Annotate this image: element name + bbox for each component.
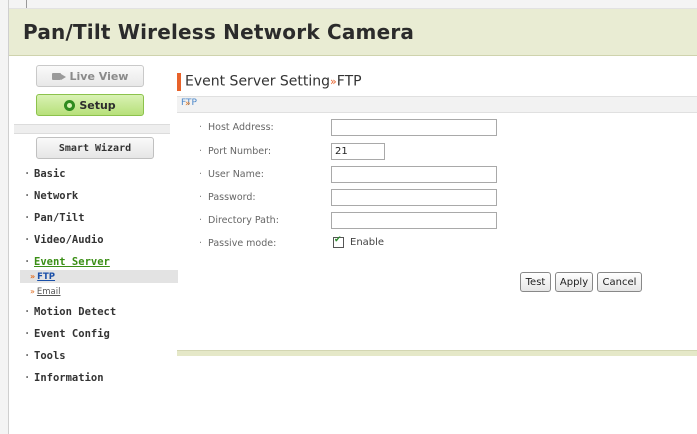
- port-number-label: Port Number:: [199, 146, 271, 157]
- test-button[interactable]: Test: [520, 272, 551, 292]
- section-bar-label: » FTP: [181, 98, 197, 109]
- title-accent-bar: [177, 72, 181, 91]
- passive-mode-label: Passive mode:: [199, 238, 276, 249]
- port-number-input[interactable]: [331, 143, 385, 160]
- sidebar-subitem-ftp[interactable]: » FTP: [20, 270, 178, 283]
- section-bar: » FTP: [177, 96, 697, 113]
- content-footer-bar: [177, 350, 697, 356]
- title-text: Event Server Setting: [185, 73, 331, 90]
- window-top-frame: [0, 0, 697, 9]
- sidebar-item-network[interactable]: · Network: [24, 185, 170, 207]
- directory-path-row: Directory Path:: [199, 212, 539, 229]
- passive-mode-checkbox[interactable]: [333, 235, 344, 248]
- passive-mode-row: Passive mode: Enable: [199, 235, 539, 252]
- sidebar: Live View Setup Smart Wizard · Basic · Net…: [14, 57, 178, 407]
- sidebar-menu: · Basic · Network · Pan/Tilt · Video/Audio ·…: [20, 163, 178, 389]
- host-address-input[interactable]: [331, 119, 497, 136]
- title-separator: »: [330, 75, 337, 88]
- title-subtitle: FTP: [336, 73, 362, 90]
- cancel-button[interactable]: Cancel: [597, 272, 642, 292]
- user-name-input[interactable]: [331, 166, 497, 183]
- sidebar-divider: [14, 124, 170, 134]
- setup-button[interactable]: Setup: [36, 94, 144, 116]
- sidebar-item-video-audio[interactable]: · Video/Audio: [24, 229, 170, 251]
- sidebar-item-event-server[interactable]: · Event Server: [24, 254, 170, 270]
- window-frame-divider: [26, 0, 27, 8]
- window-left-frame: [0, 0, 9, 434]
- host-address-row: Host Address:: [199, 119, 539, 136]
- setup-label: Setup: [79, 98, 116, 112]
- sidebar-item-tools[interactable]: · Tools: [24, 345, 170, 367]
- sidebar-item-information[interactable]: · Information: [24, 367, 170, 389]
- password-label: Password:: [199, 192, 256, 203]
- directory-path-input[interactable]: [331, 212, 497, 229]
- main-content: Event Server Setting»FTP » FTP Host Addr…: [177, 57, 697, 357]
- sidebar-item-pan-tilt[interactable]: · Pan/Tilt: [24, 207, 170, 229]
- live-view-button[interactable]: Live View: [36, 65, 144, 87]
- gear-icon: [64, 99, 76, 111]
- passive-mode-enable-label: Enable: [350, 237, 385, 248]
- page-header: Pan/Tilt Wireless Network Camera: [9, 9, 697, 56]
- smart-wizard-button[interactable]: Smart Wizard: [36, 137, 154, 159]
- host-address-label: Host Address:: [199, 122, 274, 133]
- sidebar-subitem-email[interactable]: » Email: [24, 285, 170, 298]
- camera-icon: [51, 71, 66, 81]
- page-title: Pan/Tilt Wireless Network Camera: [23, 20, 415, 44]
- port-number-row: Port Number:: [199, 143, 539, 160]
- sidebar-item-motion-detect[interactable]: · Motion Detect: [24, 301, 170, 323]
- user-name-row: User Name:: [199, 166, 539, 183]
- user-name-label: User Name:: [199, 169, 264, 180]
- live-view-label: Live View: [69, 69, 129, 83]
- section-title: Event Server Setting»FTP: [177, 71, 362, 91]
- apply-button[interactable]: Apply: [555, 272, 593, 292]
- directory-path-label: Directory Path:: [199, 215, 279, 226]
- sidebar-item-basic[interactable]: · Basic: [24, 163, 170, 185]
- password-row: Password:: [199, 189, 539, 206]
- password-input[interactable]: [331, 189, 497, 206]
- sidebar-item-event-config[interactable]: · Event Config: [24, 323, 170, 345]
